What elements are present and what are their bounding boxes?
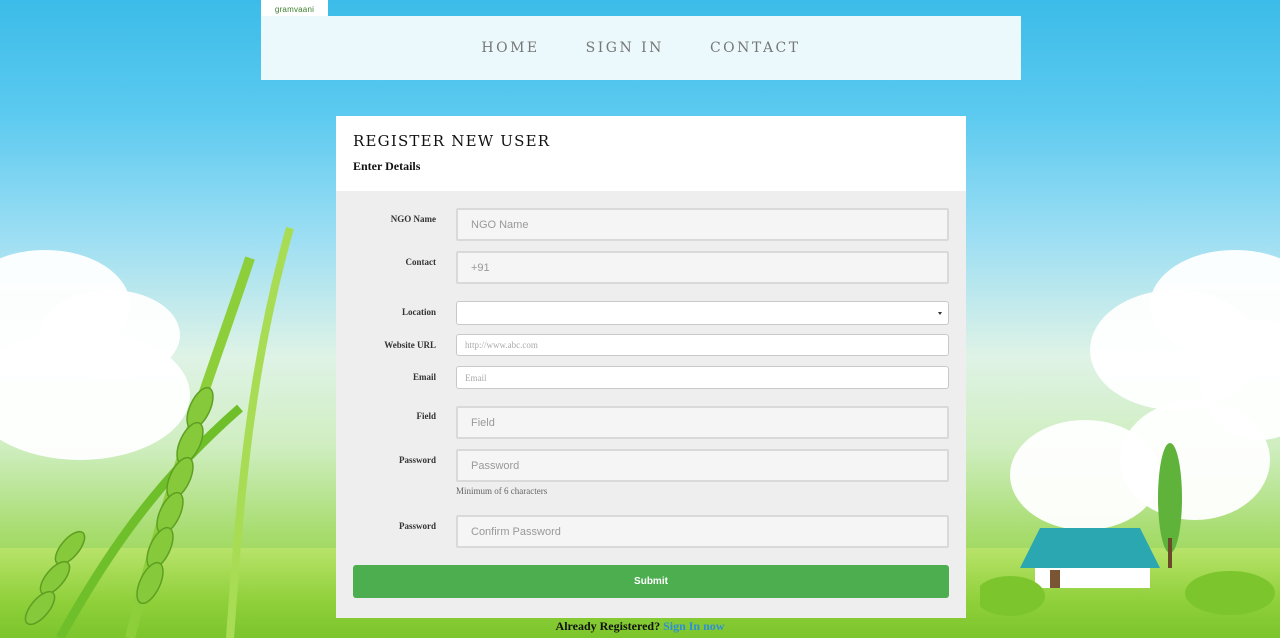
form-subtitle: Enter Details (353, 159, 421, 173)
form-header: REGISTER NEW USER Enter Details (336, 116, 966, 191)
website-placeholder: http://www.abc.com (465, 340, 538, 350)
confirm-password-placeholder: Confirm Password (471, 525, 561, 538)
already-registered-note: Already Registered? Sign In now (0, 619, 1280, 634)
nav-sign-in-link[interactable]: SIGN IN (586, 40, 664, 56)
form-title: REGISTER NEW USER (353, 132, 551, 150)
confirm-password-label: Password (398, 521, 436, 531)
wheat-illustration (24, 226, 294, 638)
website-label: Website URL (384, 340, 436, 350)
ngo-name-placeholder: NGO Name (471, 218, 529, 231)
logo-text: gramvaani (274, 5, 315, 14)
ngo-name-input[interactable]: NGO Name (456, 208, 949, 241)
register-form-card: REGISTER NEW USER Enter Details NGO Name… (336, 116, 966, 618)
field-placeholder: Field (471, 416, 495, 429)
field-input[interactable]: Field (456, 406, 949, 439)
location-label: Location (401, 307, 436, 317)
contact-value: +91 (471, 261, 490, 274)
ngo-name-label: NGO Name (390, 214, 436, 224)
already-registered-text: Already Registered? (555, 619, 661, 633)
house-illustration (980, 443, 1275, 616)
location-select[interactable] (456, 301, 949, 325)
email-label: Email (412, 372, 436, 382)
password-input[interactable]: Password (456, 449, 949, 482)
nav-contact-link[interactable]: CONTACT (710, 40, 801, 56)
password-placeholder: Password (471, 459, 520, 472)
password-help-text: Minimum of 6 characters (456, 486, 548, 496)
email-input[interactable]: Email (456, 366, 949, 389)
submit-button[interactable]: Submit (353, 565, 949, 598)
email-placeholder: Email (465, 372, 487, 383)
field-label: Field (416, 411, 437, 421)
password-label: Password (398, 455, 436, 465)
contact-input[interactable]: +91 (456, 251, 949, 284)
sign-in-now-link[interactable]: Sign In now (663, 619, 724, 633)
chevron-down-icon (938, 312, 942, 315)
nav-home-link[interactable]: HOME (481, 40, 539, 56)
confirm-password-input[interactable]: Confirm Password (456, 515, 949, 548)
top-navigation: HOME SIGN IN CONTACT (261, 16, 1021, 80)
contact-label: Contact (405, 257, 437, 267)
website-url-input[interactable]: http://www.abc.com (456, 334, 949, 356)
